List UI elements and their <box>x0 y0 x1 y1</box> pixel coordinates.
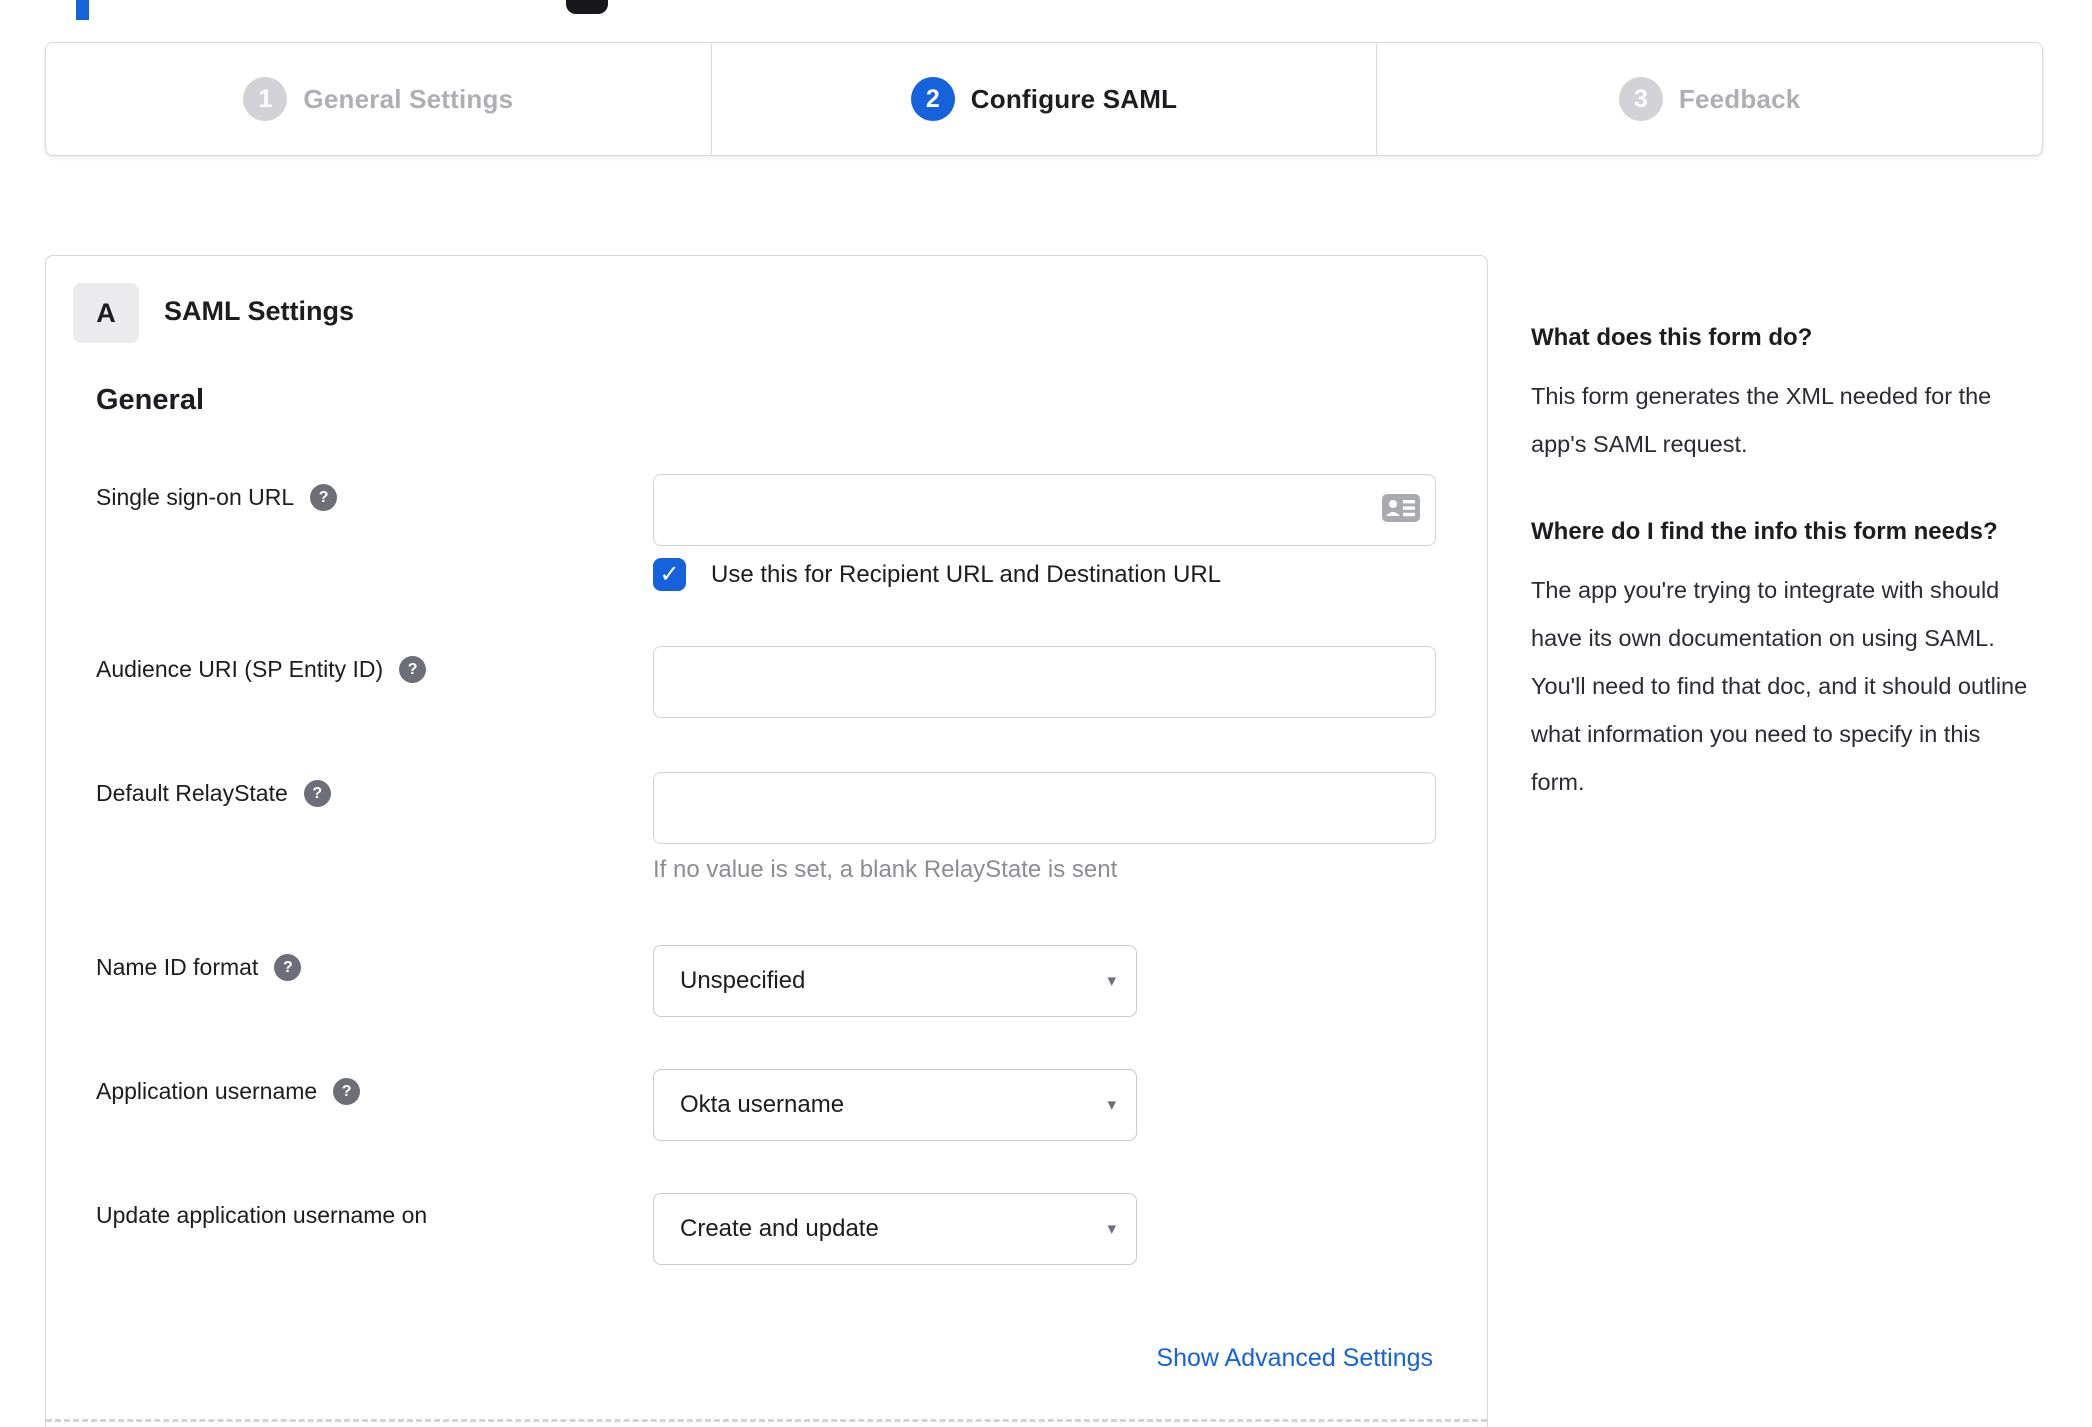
sidebar-paragraph-what: This form generates the XML needed for t… <box>1531 383 1992 457</box>
help-icon[interactable]: ? <box>333 1078 361 1105</box>
field-label-update-application-username-on: Update application username on <box>96 1202 428 1228</box>
sidebar-heading-where: Where do I find the info this form needs… <box>1531 518 1998 545</box>
chevron-down-icon: ▾ <box>1107 1219 1116 1238</box>
sidebar-paragraph-where: The app you're trying to integrate with … <box>1531 577 2028 795</box>
relaystate-hint-text: If no value is set, a blank RelayState i… <box>653 856 1118 883</box>
step-label: Configure SAML <box>970 83 1178 114</box>
section-badge-a: A <box>73 283 139 343</box>
field-label-application-username: Application username ? <box>96 1078 361 1105</box>
stepper-step-general-settings[interactable]: 1 General Settings <box>46 43 712 155</box>
field-label-single-sign-on-url: Single sign-on URL ? <box>96 484 338 511</box>
single-sign-on-url-input[interactable] <box>653 474 1436 546</box>
stepper-step-configure-saml[interactable]: 2 Configure SAML <box>712 43 1378 155</box>
name-id-format-select[interactable]: Unspecified ▾ <box>653 945 1137 1017</box>
field-label-default-relaystate: Default RelayState ? <box>96 780 331 807</box>
check-icon: ✓ <box>659 560 680 588</box>
application-username-select[interactable]: Okta username ▾ <box>653 1069 1137 1141</box>
field-label-audience-uri: Audience URI (SP Entity ID) ? <box>96 656 427 683</box>
step-label: General Settings <box>303 83 514 114</box>
field-label-name-id-format: Name ID format ? <box>96 954 302 981</box>
clipped-title-fragment-blue <box>76 0 89 20</box>
chevron-down-icon: ▾ <box>1107 1095 1116 1114</box>
recipient-url-checkbox[interactable]: ✓ <box>653 558 686 591</box>
default-relaystate-input[interactable] <box>653 772 1436 844</box>
step-number-badge: 3 <box>1618 77 1663 121</box>
group-title-general: General <box>96 384 204 416</box>
chevron-down-icon: ▾ <box>1107 971 1116 990</box>
section-divider <box>46 1419 1487 1422</box>
help-icon[interactable]: ? <box>303 780 331 807</box>
audience-uri-input[interactable] <box>653 646 1436 718</box>
help-icon[interactable]: ? <box>274 954 302 981</box>
help-sidebar: What does this form do? This form genera… <box>1531 318 2036 850</box>
recipient-url-checkbox-label: Use this for Recipient URL and Destinati… <box>711 561 1222 588</box>
step-number-badge: 2 <box>910 77 955 121</box>
help-icon[interactable]: ? <box>399 656 427 683</box>
section-title: SAML Settings <box>164 296 355 326</box>
step-label: Feedback <box>1678 83 1801 114</box>
clipped-title-icon-fragment <box>566 0 608 14</box>
wizard-stepper: 1 General Settings 2 Configure SAML 3 Fe… <box>45 42 2043 156</box>
saml-settings-panel: A SAML Settings General Single sign-on U… <box>45 255 1488 1427</box>
help-icon[interactable]: ? <box>310 484 338 511</box>
update-application-username-select[interactable]: Create and update ▾ <box>653 1193 1137 1265</box>
show-advanced-settings-link[interactable]: Show Advanced Settings <box>1156 1344 1433 1373</box>
sidebar-heading-what: What does this form do? <box>1531 324 1813 351</box>
selected-value: Create and update <box>680 1215 879 1242</box>
selected-value: Okta username <box>680 1091 845 1118</box>
selected-value: Unspecified <box>680 967 806 994</box>
step-number-badge: 1 <box>243 77 288 121</box>
stepper-step-feedback[interactable]: 3 Feedback <box>1377 43 2042 155</box>
